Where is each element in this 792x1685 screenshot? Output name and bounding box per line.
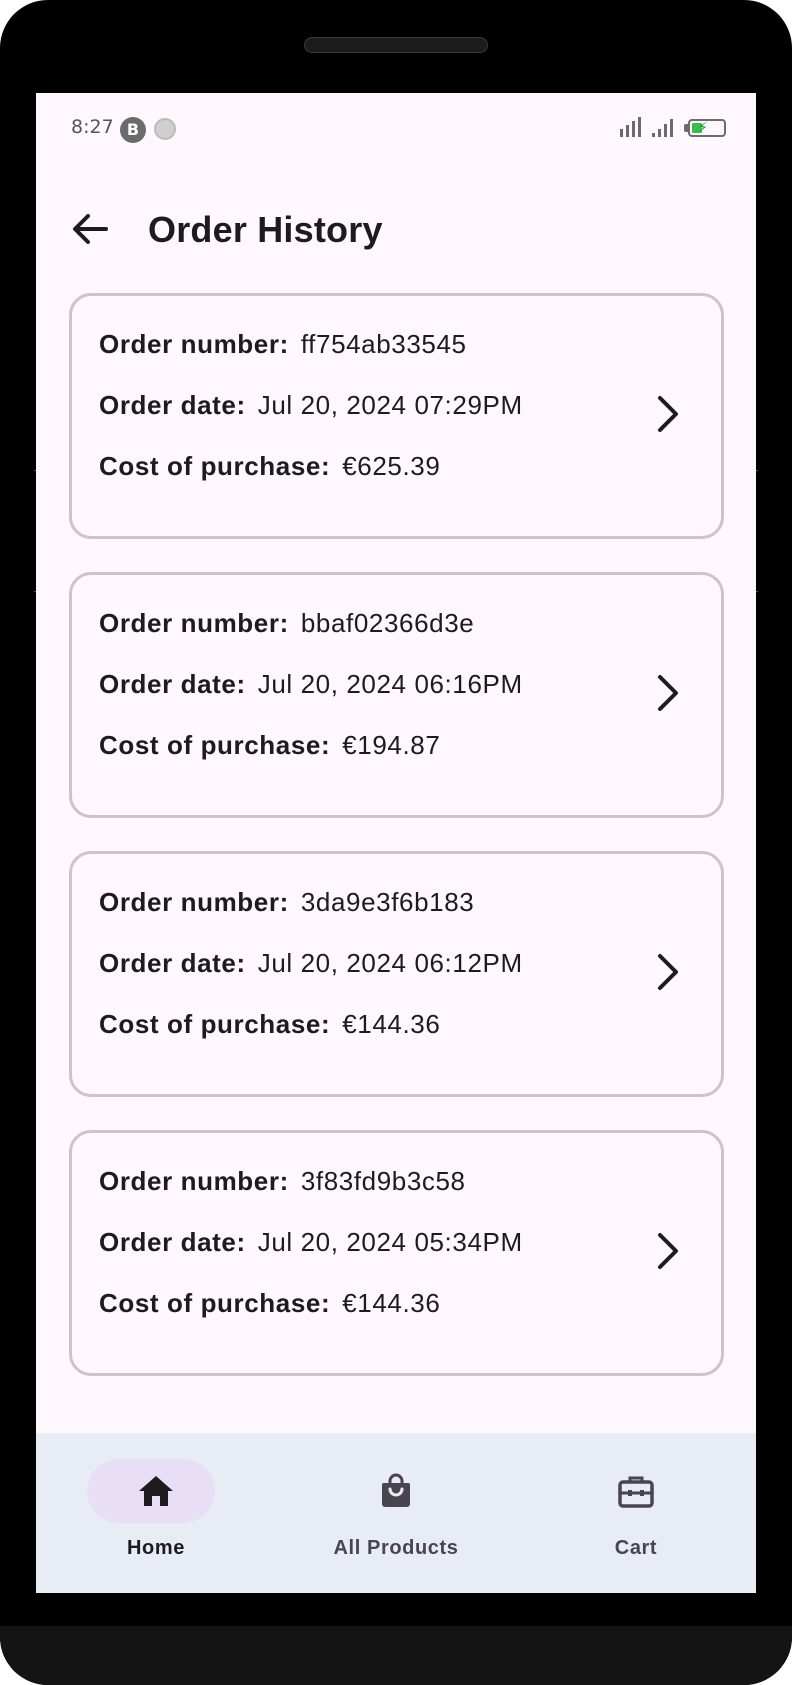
order-date-row: Order date: Jul 20, 2024 07:29PM [99, 390, 523, 421]
order-cost-value: €194.87 [342, 730, 441, 760]
order-cost-row: Cost of purchase: €144.36 [99, 1009, 440, 1040]
order-card[interactable]: Order number: 3da9e3f6b183 Order date: Jul… [69, 851, 724, 1097]
order-number-label: Order number: [99, 608, 289, 638]
order-number-value: bbaf02366d3e [300, 608, 475, 638]
order-card[interactable]: Order number: ff754ab33545 Order date: Jul… [69, 293, 724, 539]
order-cost-row: Cost of purchase: €194.87 [99, 730, 440, 761]
order-cost-label: Cost of purchase: [99, 1009, 331, 1039]
order-cost-row: Cost of purchase: €144.36 [99, 1288, 440, 1319]
order-cost-label: Cost of purchase: [99, 1288, 331, 1318]
chevron-right-icon [658, 675, 678, 711]
order-date-value: Jul 20, 2024 07:29PM [257, 390, 523, 420]
page-title: Order History [148, 209, 383, 250]
order-number-row: Order number: bbaf02366d3e [99, 608, 474, 639]
nav-item-all-products[interactable]: All Products [276, 1433, 516, 1593]
home-icon [139, 1476, 173, 1506]
order-card[interactable]: Order number: 3f83fd9b3c58 Order date: Jul… [69, 1130, 724, 1376]
device-frame: 8:27 B ⚡ Order History Order number: ff7… [0, 0, 792, 1685]
order-cost-value: €144.36 [342, 1288, 441, 1318]
order-date-row: Order date: Jul 20, 2024 05:34PM [99, 1227, 523, 1258]
chevron-right-icon [658, 396, 678, 432]
status-bar: 8:27 B ⚡ [36, 93, 756, 147]
order-number-value: ff754ab33545 [300, 329, 467, 359]
order-date-value: Jul 20, 2024 05:34PM [257, 1227, 523, 1257]
app-screen: 8:27 B ⚡ Order History Order number: ff7… [36, 93, 756, 1593]
nav-label-home: Home [127, 1537, 185, 1559]
order-cost-value: €625.39 [342, 451, 441, 481]
order-date-label: Order date: [99, 948, 246, 978]
order-number-label: Order number: [99, 1166, 289, 1196]
order-cost-row: Cost of purchase: €625.39 [99, 451, 440, 482]
order-cost-label: Cost of purchase: [99, 451, 331, 481]
device-speaker [304, 37, 488, 53]
order-number-row: Order number: 3f83fd9b3c58 [99, 1166, 466, 1197]
chevron-right-icon [658, 954, 678, 990]
briefcase-icon [618, 1476, 654, 1508]
notification-dot-icon [154, 118, 176, 140]
order-number-label: Order number: [99, 329, 289, 359]
order-cost-label: Cost of purchase: [99, 730, 331, 760]
order-date-label: Order date: [99, 669, 246, 699]
order-date-label: Order date: [99, 390, 246, 420]
order-date-value: Jul 20, 2024 06:16PM [257, 669, 523, 699]
order-number-value: 3da9e3f6b183 [300, 887, 475, 917]
order-date-label: Order date: [99, 1227, 246, 1257]
order-date-row: Order date: Jul 20, 2024 06:12PM [99, 948, 523, 979]
nav-item-cart[interactable]: Cart [516, 1433, 756, 1593]
cell-signal-icon [652, 119, 673, 137]
order-card[interactable]: Order number: bbaf02366d3e Order date: Jul… [69, 572, 724, 818]
status-time: 8:27 [71, 116, 114, 138]
order-date-value: Jul 20, 2024 06:12PM [257, 948, 523, 978]
nav-label-all-products: All Products [333, 1537, 459, 1559]
nav-label-cart: Cart [614, 1537, 658, 1559]
order-number-label: Order number: [99, 887, 289, 917]
battery-icon: ⚡ [688, 119, 726, 137]
order-date-row: Order date: Jul 20, 2024 06:16PM [99, 669, 523, 700]
nav-item-home[interactable]: Home [36, 1433, 276, 1593]
order-number-row: Order number: ff754ab33545 [99, 329, 467, 360]
order-number-row: Order number: 3da9e3f6b183 [99, 887, 474, 918]
shopping-bag-icon [382, 1473, 410, 1507]
wifi-signal-icon [620, 117, 641, 137]
bottom-navigation-bar: Home All Products Cart [36, 1433, 756, 1593]
order-cost-value: €144.36 [342, 1009, 441, 1039]
chevron-right-icon [658, 1233, 678, 1269]
order-number-value: 3f83fd9b3c58 [300, 1166, 466, 1196]
device-chin [0, 1626, 792, 1685]
notification-app-icon: B [120, 117, 146, 143]
back-arrow-icon[interactable] [66, 205, 114, 253]
